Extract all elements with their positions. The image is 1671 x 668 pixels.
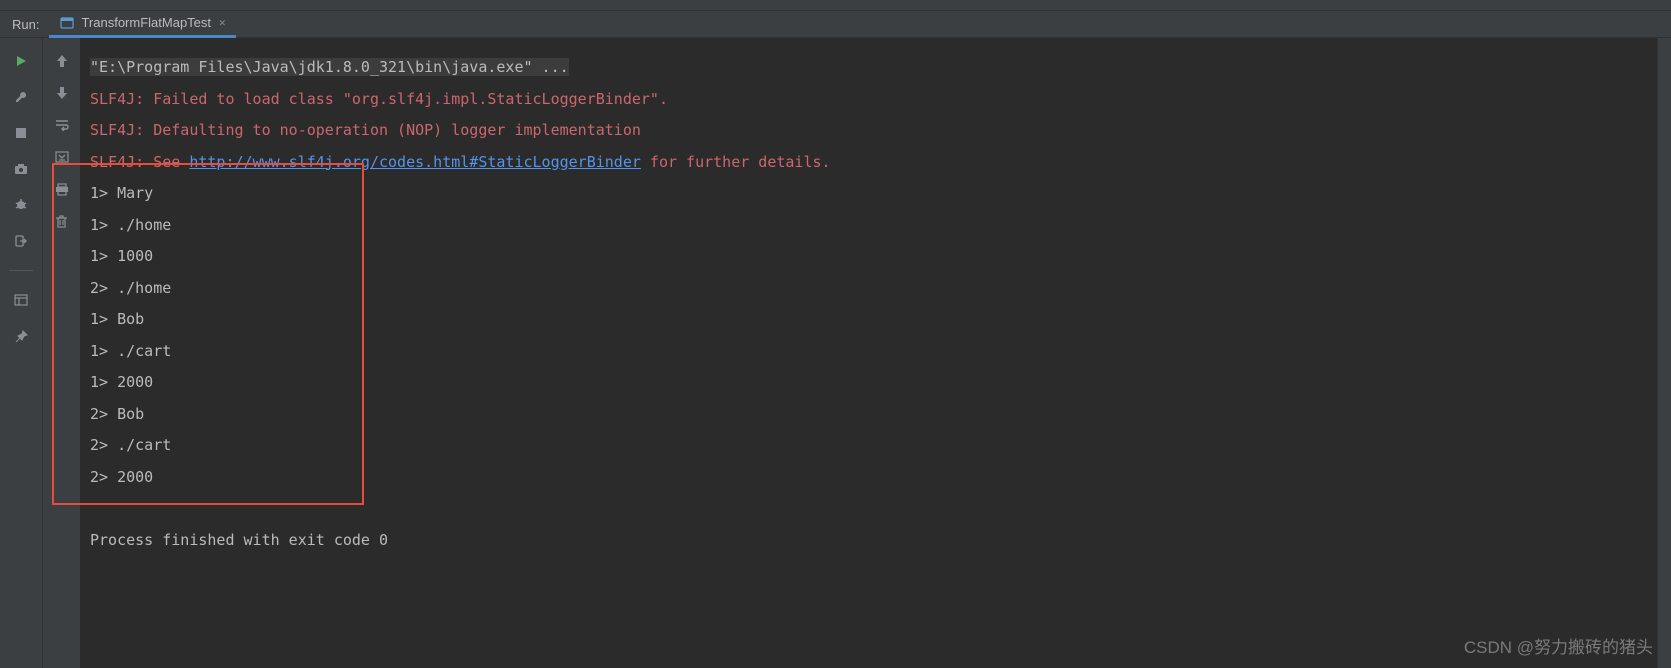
- exit-line: Process finished with exit code 0: [90, 525, 1647, 557]
- slf4j-error-3: SLF4J: See http://www.slf4j.org/codes.ht…: [90, 147, 1647, 179]
- slf4j-error-2: SLF4J: Defaulting to no-operation (NOP) …: [90, 115, 1647, 147]
- clear-icon[interactable]: [53, 212, 71, 230]
- output-line: 2> Bob: [90, 399, 1647, 431]
- scroll-to-end-icon[interactable]: [53, 148, 71, 166]
- blank-line: [90, 493, 1647, 525]
- tab-label: TransformFlatMapTest: [81, 15, 211, 30]
- output-line: 1> Mary: [90, 178, 1647, 210]
- cmd-line: "E:\Program Files\Java\jdk1.8.0_321\bin\…: [90, 52, 1647, 84]
- bug-icon[interactable]: [12, 196, 30, 214]
- output-line: 2> 2000: [90, 462, 1647, 494]
- run-label: Run:: [0, 17, 49, 32]
- slf4j-link[interactable]: http://www.slf4j.org/codes.html#StaticLo…: [189, 153, 641, 171]
- right-gutter: [42, 38, 80, 668]
- run-tool-header: Run: TransformFlatMapTest ✕: [0, 11, 1671, 38]
- main-area: "E:\Program Files\Java\jdk1.8.0_321\bin\…: [0, 38, 1671, 668]
- print-icon[interactable]: [53, 180, 71, 198]
- output-line: 1> 2000: [90, 367, 1647, 399]
- layout-icon[interactable]: [12, 291, 30, 309]
- code-strip: [0, 0, 1671, 11]
- soft-wrap-icon[interactable]: [53, 116, 71, 134]
- rerun-icon[interactable]: [12, 52, 30, 70]
- arrow-up-icon[interactable]: [53, 52, 71, 70]
- console-output[interactable]: "E:\Program Files\Java\jdk1.8.0_321\bin\…: [80, 38, 1657, 668]
- watermark: CSDN @努力搬砖的猪头: [1464, 633, 1653, 658]
- run-config-icon: [59, 15, 75, 31]
- divider: [9, 270, 33, 271]
- close-tab-icon[interactable]: ✕: [219, 16, 226, 29]
- stop-icon[interactable]: [12, 124, 30, 142]
- output-line: 1> ./cart: [90, 336, 1647, 368]
- output-line: 2> ./home: [90, 273, 1647, 305]
- output-line: 1> ./home: [90, 210, 1647, 242]
- output-line: 1> Bob: [90, 304, 1647, 336]
- output-line: 1> 1000: [90, 241, 1647, 273]
- scrollbar-gutter[interactable]: [1657, 38, 1671, 668]
- output-line: 2> ./cart: [90, 430, 1647, 462]
- wrench-icon[interactable]: [12, 88, 30, 106]
- exit-icon[interactable]: [12, 232, 30, 250]
- left-gutter: [0, 38, 42, 668]
- run-tab[interactable]: TransformFlatMapTest ✕: [49, 11, 235, 38]
- arrow-down-icon[interactable]: [53, 84, 71, 102]
- camera-icon[interactable]: [12, 160, 30, 178]
- slf4j-error-1: SLF4J: Failed to load class "org.slf4j.i…: [90, 84, 1647, 116]
- pin-icon[interactable]: [12, 327, 30, 345]
